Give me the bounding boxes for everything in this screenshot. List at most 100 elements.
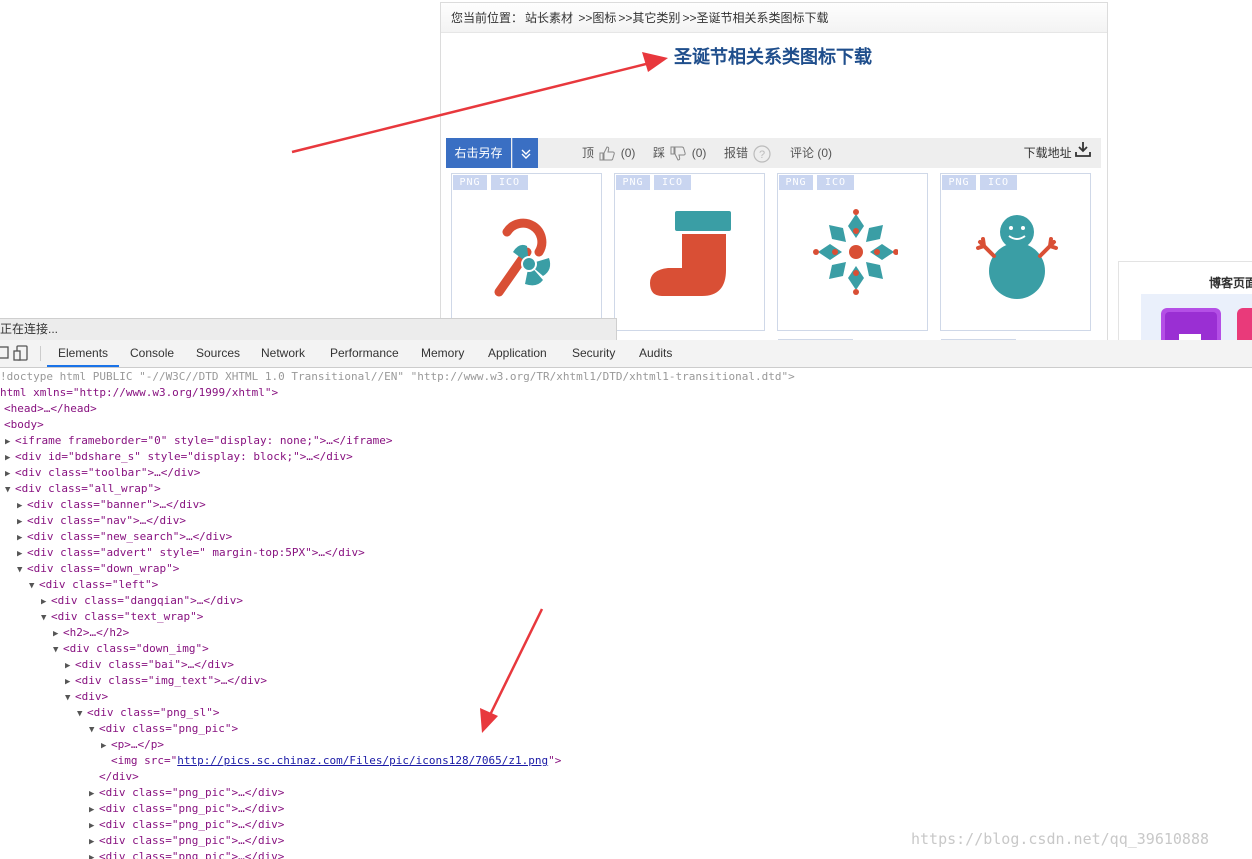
expand-triangle-icon[interactable]: ▶ [17,498,27,514]
breadcrumb-link-other[interactable]: >>其它类别 [618,11,680,25]
thumbs-down-icon [670,146,687,161]
expand-triangle-icon[interactable]: ▶ [5,450,15,466]
dom-line[interactable]: ▼ <div class="png_pic"> [89,721,238,737]
expand-triangle-icon[interactable]: ▶ [89,802,99,818]
dom-line[interactable]: ▶ <div id="bdshare_s" style="display: blo… [5,449,353,465]
dom-line[interactable]: ▼ <div class="png_sl"> [77,705,219,721]
dom-line[interactable]: ▶ <div class="png_pic">…</div> [89,817,284,833]
dom-line[interactable]: ▶ <div class="nav">…</div> [17,513,186,529]
icon-card-snowman[interactable]: PNG ICO [940,173,1091,331]
thumbs-up-icon [599,146,616,161]
icon-card-candy-cane[interactable]: PNG ICO [451,173,602,331]
dom-line[interactable]: ▶ <div class="advert" style=" margin-top:… [17,545,365,561]
expand-triangle-icon[interactable]: ▶ [17,514,27,530]
breadcrumb-link-icons[interactable]: >>图标 [578,11,616,25]
expand-triangle-icon[interactable]: ▶ [65,658,75,674]
dom-line[interactable]: ▼ <div class="text_wrap"> [41,609,203,625]
dom-line[interactable]: ▶ <div class="png_pic">…</div> [89,801,284,817]
dom-line[interactable]: ▶ <div class="toolbar">…</div> [5,465,200,481]
tab-application[interactable]: Application [488,340,547,367]
tab-sources[interactable]: Sources [196,340,240,367]
collapse-triangle-icon[interactable]: ▼ [29,578,39,594]
dom-line[interactable]: ▶ <div class="new_search">…</div> [17,529,232,545]
ico-badge[interactable]: ICO [654,175,691,190]
tab-performance[interactable]: Performance [330,340,399,367]
dom-line[interactable]: ▶ <div class="img_text">…</div> [65,673,267,689]
collapse-triangle-icon[interactable]: ▼ [65,690,75,706]
collapse-triangle-icon[interactable]: ▼ [5,482,15,498]
expand-triangle-icon[interactable]: ▶ [41,594,51,610]
save-as-button[interactable]: 右击另存 [446,138,511,168]
png-badge[interactable]: PNG [616,175,650,190]
expand-triangle-icon[interactable]: ▶ [89,850,99,859]
dom-line[interactable]: </div> [99,769,139,785]
img-src-link[interactable]: http://pics.sc.chinaz.com/Files/pic/icon… [177,754,548,767]
dom-line[interactable]: ▼ <div class="down_wrap"> [17,561,179,577]
collapse-triangle-icon[interactable]: ▼ [89,722,99,738]
dom-line-doctype[interactable]: !doctype html PUBLIC "-//W3C//DTD XHTML … [0,369,795,385]
collapse-triangle-icon[interactable]: ▼ [17,562,27,578]
dom-line[interactable]: ▶ <div class="png_pic">…</div> [89,833,284,849]
png-badge[interactable]: PNG [453,175,487,190]
dom-line-html[interactable]: html xmlns="http://www.w3.org/1999/xhtml… [0,385,278,401]
sidebar-thumbnail[interactable] [1141,294,1252,340]
tab-security[interactable]: Security [572,340,615,367]
sidebar-title: 博客页面 [1209,276,1252,290]
expand-triangle-icon[interactable]: ▶ [89,834,99,850]
dom-line[interactable]: ▶ <div class="png_pic">…</div> [89,785,284,801]
inspect-element-icon[interactable] [0,345,10,361]
dom-line[interactable]: ▶ <div class="bai">…</div> [65,657,234,673]
icon-card-stocking[interactable]: PNG ICO [614,173,765,331]
expand-triangle-icon[interactable]: ▶ [89,818,99,834]
tab-network[interactable]: Network [261,340,305,367]
download-address-link[interactable]: 下载地址 [1024,138,1091,168]
expand-triangle-icon[interactable]: ▶ [101,738,111,754]
expand-triangle-icon[interactable]: ▶ [5,434,15,450]
dom-line-head[interactable]: <head>…</head> [4,401,97,417]
breadcrumb-link-sucai[interactable]: 站长素材 [525,11,573,25]
dom-line[interactable]: ▼ <div class="left"> [29,577,158,593]
like-button[interactable]: 顶 (0) [582,138,635,168]
breadcrumb-current[interactable]: >>圣诞节相关系类图标下载 [682,11,828,25]
report-error-button[interactable]: 报错 ? [724,138,773,168]
dom-line[interactable]: ▶ <div class="banner">…</div> [17,497,206,513]
dom-line-body[interactable]: <body> [4,417,44,433]
dom-line[interactable]: ▶ <p>…</p> [101,737,164,753]
tab-audits[interactable]: Audits [639,340,672,367]
dom-line-img[interactable]: <img src="http://pics.sc.chinaz.com/File… [111,753,561,769]
web-page: 您当前位置： 站长素材 >>图标 >>其它类别 >>圣诞节相关系类图标下载 圣诞节相关… [0,0,1252,340]
icon-card-snowflake[interactable]: PNG ICO [777,173,928,331]
collapse-triangle-icon[interactable]: ▼ [53,642,63,658]
ico-badge[interactable]: ICO [491,175,528,190]
dom-line[interactable]: ▶ <div class="dangqian">…</div> [41,593,243,609]
page-title: 圣诞节相关系类图标下载 [674,47,872,67]
dom-line[interactable]: ▼ <div class="all_wrap"> [5,481,161,497]
comment-button[interactable]: 评论 (0) [790,138,832,168]
tab-memory[interactable]: Memory [421,340,464,367]
expand-triangle-icon[interactable]: ▶ [5,466,15,482]
sidebar-blog-box: 博客页面 [1118,261,1252,340]
tab-divider [40,346,41,361]
tab-elements[interactable]: Elements [47,340,120,367]
dom-line[interactable]: ▶ <div class="png_pic">…</div> [89,849,284,859]
dom-line[interactable]: ▶ <h2>…</h2> [53,625,129,641]
save-dropdown-button[interactable] [512,138,538,168]
dom-line[interactable]: ▼ <div class="down_img"> [53,641,209,657]
ico-badge[interactable]: ICO [980,175,1017,190]
collapse-triangle-icon[interactable]: ▼ [77,706,87,722]
dom-line[interactable]: ▼ <div> [65,689,108,705]
collapse-triangle-icon[interactable]: ▼ [41,610,51,626]
ico-badge[interactable]: ICO [817,175,854,190]
png-badge[interactable]: PNG [779,175,813,190]
expand-triangle-icon[interactable]: ▶ [65,674,75,690]
expand-triangle-icon[interactable]: ▶ [17,530,27,546]
expand-triangle-icon[interactable]: ▶ [17,546,27,562]
download-content-box: 您当前位置： 站长素材 >>图标 >>其它类别 >>圣诞节相关系类图标下载 圣诞节相关… [440,2,1108,340]
png-badge[interactable]: PNG [942,175,976,190]
expand-triangle-icon[interactable]: ▶ [89,786,99,802]
dislike-button[interactable]: 踩 (0) [653,138,706,168]
dom-line[interactable]: ▶ <iframe frameborder="0" style="display:… [5,433,393,449]
device-toolbar-icon[interactable] [13,345,29,361]
expand-triangle-icon[interactable]: ▶ [53,626,63,642]
tab-console[interactable]: Console [130,340,174,367]
